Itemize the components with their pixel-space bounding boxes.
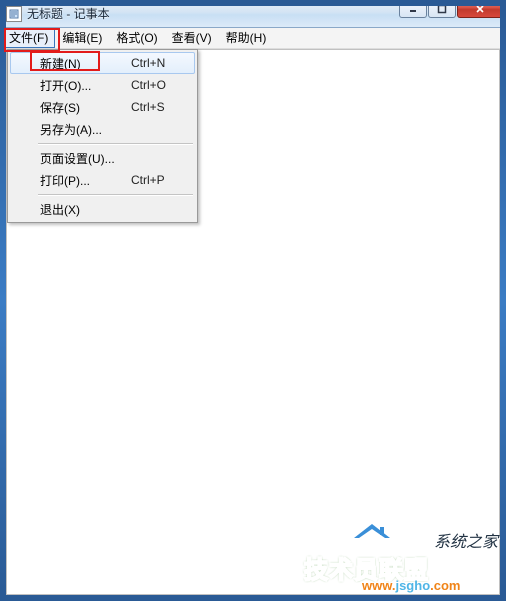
file-menu-page-setup[interactable]: 页面设置(U)... [10,147,195,169]
menu-item-shortcut: Ctrl+P [131,173,181,187]
window-controls [399,0,504,18]
menubar: 文件(F) 编辑(E) 格式(O) 查看(V) 帮助(H) [0,28,506,49]
menu-item-label: 保存(S) [40,99,131,116]
menu-format[interactable]: 格式(O) [109,28,164,48]
file-menu-save-as[interactable]: 另存为(A)... [10,118,195,140]
menu-item-shortcut: Ctrl+S [131,100,181,114]
file-menu-exit[interactable]: 退出(X) [10,198,195,220]
menu-item-shortcut: Ctrl+N [131,56,181,70]
menu-item-label: 打印(P)... [40,172,131,189]
menu-item-label: 打开(O)... [40,77,131,94]
titlebar: 无标题 - 记事本 [0,0,506,28]
menu-item-label: 退出(X) [40,201,131,218]
menu-item-shortcut: Ctrl+O [131,78,181,92]
file-menu-open[interactable]: 打开(O)... Ctrl+O [10,74,195,96]
watermark-top-text: 系统之家 [434,528,498,552]
file-menu-save[interactable]: 保存(S) Ctrl+S [10,96,195,118]
menu-view[interactable]: 查看(V) [165,28,219,48]
app-icon [6,6,22,22]
watermark-url: www.jsgho.com [362,578,460,593]
roof-icon [352,522,392,546]
menu-item-label: 新建(N) [40,55,131,72]
menu-separator [38,194,193,195]
close-button[interactable] [457,0,503,18]
file-menu-new[interactable]: 新建(N) Ctrl+N [10,52,195,74]
file-menu-dropdown: 新建(N) Ctrl+N 打开(O)... Ctrl+O 保存(S) Ctrl+… [7,49,198,223]
file-menu-print[interactable]: 打印(P)... Ctrl+P [10,169,195,191]
menu-edit[interactable]: 编辑(E) [55,28,109,48]
menu-file[interactable]: 文件(F) [2,28,55,48]
maximize-button[interactable] [428,0,456,18]
minimize-button[interactable] [399,0,427,18]
menu-item-label: 另存为(A)... [40,121,131,138]
watermark: 系统之家 技术员联盟 www.jsgho.com [304,528,504,598]
menu-separator [38,143,193,144]
window-title: 无标题 - 记事本 [27,5,110,22]
menu-item-label: 页面设置(U)... [40,150,131,167]
menu-help[interactable]: 帮助(H) [219,28,274,48]
